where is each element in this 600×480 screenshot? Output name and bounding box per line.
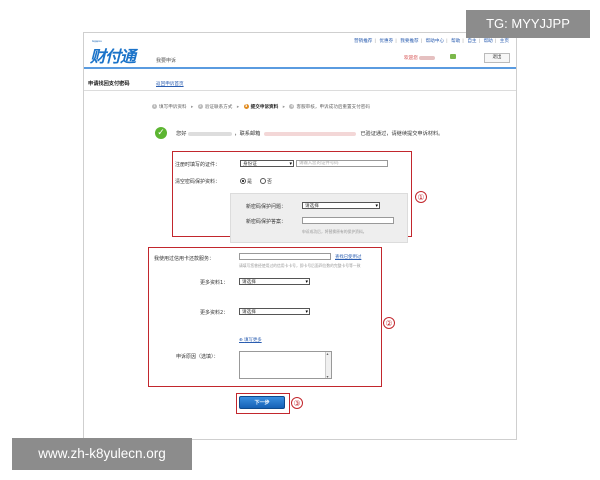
fill-more-link[interactable]: ⊕ 填写更多	[239, 337, 262, 343]
next-step-button[interactable]: 下一步	[239, 396, 285, 409]
id-number-input[interactable]: 请输入您的证件号码	[296, 160, 388, 167]
step-indicator: 1 填写申诉资料 ▸ 2 验证联系方式 ▸ 3 提交申诉资料 ▸ 4 客服审核，申诉成功…	[152, 104, 370, 110]
more-info-1-label: 更多资料1：	[200, 280, 229, 286]
site-watermark: www.zh-k8yulecn.org	[12, 438, 192, 470]
blurred-username	[419, 55, 436, 60]
top-link[interactable]: 自主	[467, 39, 476, 44]
credit-card-label: 我使用过信用卡还款服务：	[154, 256, 215, 262]
step-2: 2 验证联系方式	[197, 104, 233, 110]
back-to-complaint-link[interactable]: 返回申诉首页	[156, 81, 184, 87]
top-link[interactable]: 优惠券	[379, 39, 393, 44]
clear-protection-label: 清空密码保护资料：	[175, 179, 221, 185]
marker-1: ①	[415, 191, 427, 203]
top-links: 营销推荐 | 优惠券 | 我要推荐 | 帮助中心 | 帮助 | 自主 | 帮助 | 主页	[354, 39, 509, 44]
step-1: 1 填写申诉资料	[152, 104, 187, 110]
verified-message: 您好 ，联系邮箱 已验证通过，请继续提交申诉材料。	[176, 131, 444, 137]
header-divider	[84, 67, 516, 69]
page-label: 我要申诉	[156, 58, 177, 64]
reason-label: 申诉原因（选填）：	[176, 354, 219, 360]
app-window: 营销推荐 | 优惠券 | 我要推荐 | 帮助中心 | 帮助 | 自主 | 帮助 | 主页 te…	[83, 32, 517, 440]
tenpay-logo[interactable]: tenpay.com 财付通	[90, 39, 146, 66]
user-icon	[450, 54, 456, 59]
tg-watermark: TG: MYYJJPP	[466, 10, 590, 38]
logo-small-text: tenpay.com	[92, 39, 102, 43]
radio-yes[interactable]: 是	[240, 178, 252, 185]
top-link[interactable]: 我要推荐	[400, 39, 418, 44]
check-icon: ✓	[155, 127, 167, 139]
radio-no[interactable]: 否	[260, 178, 272, 185]
logout-button[interactable]: 退出	[484, 53, 510, 63]
find-used-card-link[interactable]: 查找已使用过	[335, 254, 361, 260]
marker-2: ②	[383, 317, 395, 329]
welcome-text: 欢迎您	[404, 55, 436, 61]
reason-textarea[interactable]	[239, 351, 332, 379]
step-3-active: 3 提交申诉资料	[243, 104, 279, 110]
top-link[interactable]: 营销推荐	[354, 39, 372, 44]
credit-card-input[interactable]	[239, 253, 331, 260]
new-question-label: 新密码保护问题：	[246, 204, 287, 210]
chevron-right-icon: ▸	[236, 105, 240, 110]
more-info-2-select[interactable]: 请选择	[239, 308, 310, 315]
top-link[interactable]: 帮助	[484, 39, 493, 44]
id-label: 注册时填写的证件：	[175, 162, 221, 168]
chevron-right-icon: ▸	[191, 105, 194, 110]
scrollbar[interactable]	[325, 351, 331, 379]
id-type-select[interactable]: 身份证	[240, 160, 294, 167]
more-info-2-label: 更多资料2：	[200, 310, 229, 316]
logo-text: 财付通	[90, 47, 136, 66]
step-4: 4 客服审核，申诉成功后重置支付密码	[289, 104, 370, 110]
chevron-right-icon: ▸	[282, 105, 286, 110]
section-header: 申请找回支付密码 返回申诉首页	[84, 76, 516, 91]
user-area: 退出	[450, 53, 510, 63]
protection-hint: 申诉成功后，将替换原有的保护资料。	[302, 229, 367, 234]
blurred-email	[264, 131, 357, 136]
top-link[interactable]: 帮助中心	[426, 39, 444, 44]
marker-3: ③	[291, 397, 303, 409]
credit-card-hint: 请填写您曾经使用过的信用卡卡号，即卡号后面四位数的完整卡号等一致	[239, 263, 361, 268]
new-answer-input[interactable]	[302, 217, 394, 224]
section-title: 申请找回支付密码	[88, 81, 130, 87]
new-question-select[interactable]: 请选择	[302, 202, 380, 209]
top-link[interactable]: 主页	[500, 39, 509, 44]
blurred-account	[188, 131, 233, 136]
more-info-1-select[interactable]: 请选择	[239, 278, 310, 285]
top-link[interactable]: 帮助	[451, 39, 460, 44]
new-answer-label: 新密码保护答案：	[246, 219, 287, 225]
